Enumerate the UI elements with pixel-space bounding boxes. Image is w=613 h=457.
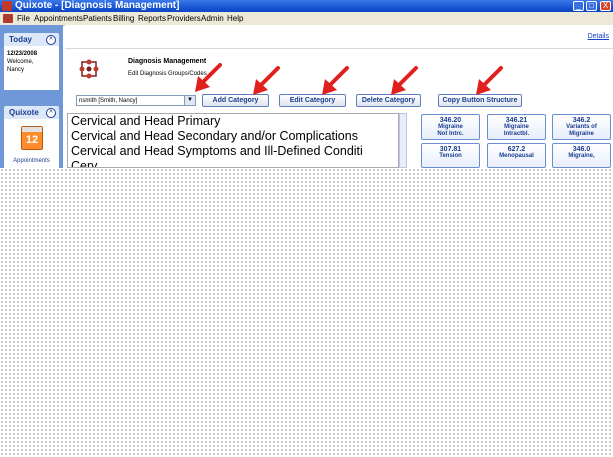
code-number: 307.81 <box>439 146 462 153</box>
menu-file[interactable]: File <box>17 12 30 25</box>
calendar-icon[interactable]: 12 <box>21 126 43 150</box>
code-label: Variants of <box>566 124 597 130</box>
code-label: Intractbl. <box>503 131 530 137</box>
divider <box>65 48 613 49</box>
user-name: Nancy <box>7 67 25 73</box>
appointments-link[interactable]: Appointments <box>4 158 59 164</box>
collapse-icon[interactable]: ^ <box>46 35 56 45</box>
code-label: Tension <box>439 153 462 159</box>
today-label: Today <box>9 35 32 44</box>
code-number: 346.20 <box>439 117 462 124</box>
diagnosis-code-button[interactable]: 307.81 Tension <box>421 143 480 168</box>
app-icon <box>2 1 12 11</box>
collapse-icon[interactable]: ^ <box>46 108 56 118</box>
welcome-text: Welcome, <box>7 59 34 65</box>
diagnosis-code-button[interactable]: 346.0 Migraine, <box>552 143 611 168</box>
minimize-button[interactable]: _ <box>573 1 584 11</box>
code-label: Menopausal <box>499 153 534 159</box>
menu-billing[interactable]: Billing <box>113 12 134 25</box>
quixote-label: Quixote <box>9 108 39 117</box>
main-content: Details Diagnosis Management Edit Diagno… <box>65 25 613 168</box>
calendar-day: 12 <box>25 134 39 146</box>
menu-help[interactable]: Help <box>227 12 243 25</box>
diagnosis-code-button[interactable]: 346.21 Migraine Intractbl. <box>487 114 546 140</box>
close-button[interactable]: X <box>600 1 611 11</box>
app-menu-icon[interactable] <box>3 14 13 23</box>
code-number: 346.21 <box>505 117 528 124</box>
list-item[interactable]: Cerv <box>68 159 398 167</box>
code-label: Migraine, <box>568 153 595 159</box>
details-link[interactable]: Details <box>588 33 609 40</box>
code-label: Migraine <box>438 124 463 130</box>
quixote-panel-header[interactable]: Quixote ^ <box>4 106 59 119</box>
code-number: 346.0 <box>572 146 591 153</box>
red-arrow-icon <box>476 66 503 95</box>
red-arrow-icon <box>391 66 418 95</box>
diagnosis-icon <box>79 59 99 79</box>
maximize-button[interactable]: □ <box>586 1 597 11</box>
menu-admin[interactable]: Admin <box>201 12 224 25</box>
user-select-value: nsmith [Smith, Nancy] <box>79 98 138 104</box>
chevron-down-icon[interactable]: ▼ <box>184 96 195 105</box>
diagnosis-code-button[interactable]: 627.2 Menopausal <box>487 143 546 168</box>
menu-reports[interactable]: Reports <box>138 12 166 25</box>
category-list[interactable]: Cervical and Head Primary Cervical and H… <box>67 113 399 168</box>
red-arrow-icon <box>322 66 349 95</box>
menu-patients[interactable]: Patients <box>83 12 112 25</box>
menu-bar: File Appointments Patients Billing Repor… <box>0 12 613 26</box>
today-panel: 12/23/2008 Welcome, Nancy <box>4 46 59 90</box>
today-date: 12/23/2008 <box>7 51 38 57</box>
list-item[interactable]: Cervical and Head Primary <box>68 114 398 129</box>
diagnosis-code-button[interactable]: 346.20 Migraine Not Intrc. <box>421 114 480 140</box>
code-label: Migraine <box>504 124 529 130</box>
code-label: Not Intrc. <box>437 131 464 137</box>
list-item[interactable]: Cervical and Head Secondary and/or Compl… <box>68 129 398 144</box>
code-number: 627.2 <box>507 146 526 153</box>
today-panel-header[interactable]: Today ^ <box>4 33 59 46</box>
title-bar: Quixote - [Diagnosis Management] _ □ X <box>0 0 613 12</box>
code-label: Migraine <box>569 131 594 137</box>
diagnosis-code-button[interactable]: 346.2 Variants of Migraine <box>552 114 611 140</box>
user-select[interactable]: nsmith [Smith, Nancy] ▼ <box>76 95 196 106</box>
list-item[interactable]: Cervical and Head Symptoms and Ill-Defin… <box>68 144 398 159</box>
red-arrow-icon <box>253 66 280 95</box>
code-number: 346.2 <box>572 117 591 124</box>
red-arrow-icon <box>195 63 222 92</box>
menu-providers[interactable]: Providers <box>167 12 201 25</box>
menu-appointments[interactable]: Appointments <box>34 12 83 25</box>
window-title: Quixote - [Diagnosis Management] <box>15 0 180 11</box>
vertical-scrollbar[interactable] <box>399 113 407 168</box>
